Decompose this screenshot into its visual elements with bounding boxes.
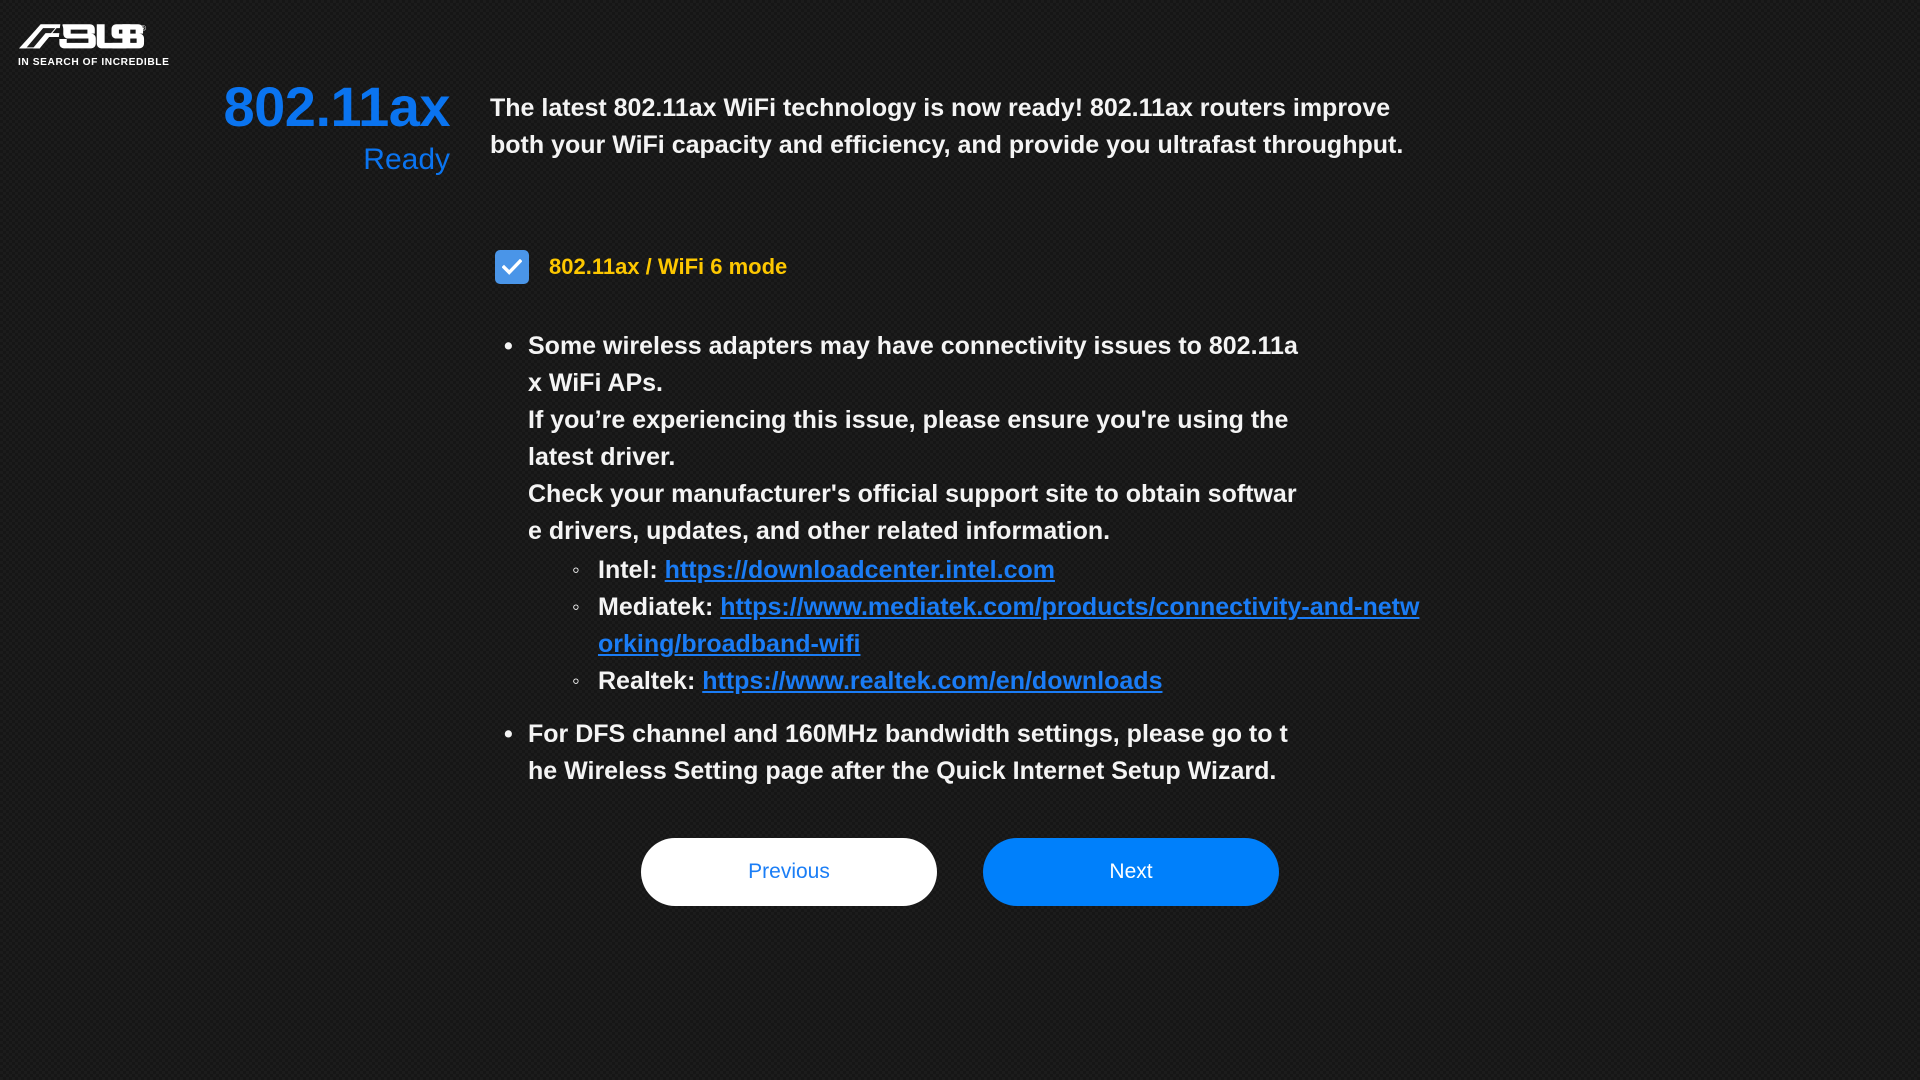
wizard-button-row: Previous Next: [0, 838, 1920, 906]
notes-list: • Some wireless adapters may have connec…: [490, 328, 1425, 790]
note-line: Some wireless adapters may have connecti…: [528, 332, 1298, 360]
qis-802-11ax-page: ® IN SEARCH OF INCREDIBLE 802.11ax Ready…: [0, 0, 1920, 1080]
disc-bullet-icon: •: [504, 332, 513, 360]
note-line: Check your manufacturer's official suppo…: [528, 480, 1297, 508]
note-line: he Wireless Setting page after the Quick…: [528, 757, 1277, 785]
hero-description: The latest 802.11ax WiFi technology is n…: [490, 94, 1404, 159]
vendor-link-realtek[interactable]: https://www.realtek.com/en/downloads: [702, 667, 1162, 695]
mode-checkbox[interactable]: [495, 250, 529, 284]
list-item: ◦ Realtek: https://www.realtek.com/en/do…: [570, 663, 1425, 700]
asus-logo-icon: [18, 24, 145, 49]
note-item-adapters: • Some wireless adapters may have connec…: [490, 328, 1425, 700]
note-item-dfs: • For DFS channel and 160MHz bandwidth s…: [490, 716, 1425, 790]
note-line: latest driver.: [528, 443, 676, 471]
registered-trademark-mark: ®: [140, 24, 146, 33]
page-subtitle: Ready: [363, 143, 450, 177]
mode-option-label: 802.11ax / WiFi 6 mode: [549, 254, 788, 279]
asus-tagline: IN SEARCH OF INCREDIBLE: [18, 56, 170, 68]
circle-bullet-icon: ◦: [572, 594, 580, 619]
checkmark-icon: [502, 259, 522, 275]
previous-button[interactable]: Previous: [641, 838, 937, 906]
vendor-name: Intel:: [598, 556, 658, 584]
vendor-name: Realtek:: [598, 667, 696, 695]
mode-option-row[interactable]: 802.11ax / WiFi 6 mode: [495, 250, 787, 284]
note-line: x WiFi APs.: [528, 369, 663, 397]
note-line: e drivers, updates, and other related in…: [528, 517, 1111, 545]
hero-title-column: 802.11ax Ready: [150, 75, 451, 177]
page-title: 802.11ax: [223, 75, 451, 138]
asus-logo: ® IN SEARCH OF INCREDIBLE: [18, 22, 170, 68]
list-item: ◦ Intel: https://downloadcenter.intel.co…: [570, 552, 1425, 589]
circle-bullet-icon: ◦: [572, 668, 580, 693]
note-line: For DFS channel and 160MHz bandwidth set…: [528, 720, 1288, 748]
list-item: ◦ Mediatek: https://www.mediatek.com/pro…: [570, 589, 1425, 663]
disc-bullet-icon: •: [504, 720, 513, 748]
note-line: If you’re experiencing this issue, pleas…: [528, 406, 1289, 434]
vendor-link-list: ◦ Intel: https://downloadcenter.intel.co…: [528, 552, 1425, 700]
vendor-link-mediatek[interactable]: https://www.mediatek.com/products/connec…: [598, 593, 1419, 658]
next-button[interactable]: Next: [983, 838, 1279, 906]
circle-bullet-icon: ◦: [572, 557, 580, 582]
vendor-name: Mediatek:: [598, 593, 714, 621]
vendor-link-intel[interactable]: https://downloadcenter.intel.com: [665, 556, 1055, 584]
